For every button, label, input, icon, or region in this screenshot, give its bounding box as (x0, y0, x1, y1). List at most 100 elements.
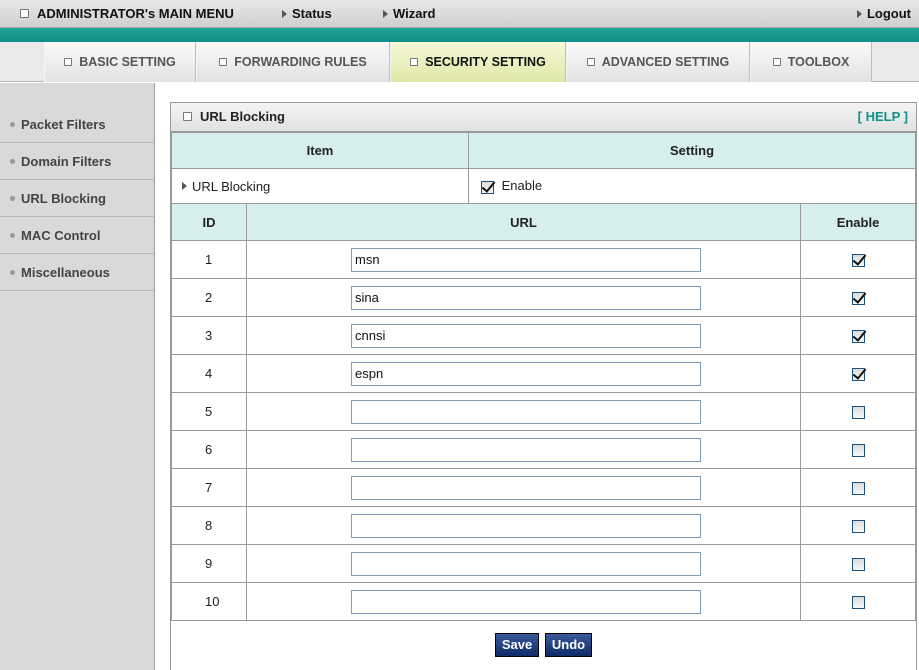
url-input[interactable] (351, 247, 701, 272)
square-bullet-icon (586, 57, 595, 66)
setting-table: Item Setting URL Blocking Enable (171, 132, 916, 204)
square-bullet-icon (219, 57, 228, 66)
sidebar-item-label: URL Blocking (21, 191, 106, 206)
url-row-url-cell (246, 506, 801, 545)
column-header-setting: Setting (468, 132, 916, 169)
main-menu-link[interactable]: ADMINISTRATOR's MAIN MENU (20, 0, 234, 28)
triangle-right-icon (856, 9, 862, 18)
status-link[interactable]: Status (282, 0, 332, 28)
square-bullet-icon (410, 57, 419, 66)
enable-label: Enable (501, 178, 543, 194)
url-row-enable-cell (800, 430, 916, 469)
url-enable-checkbox[interactable] (851, 520, 865, 534)
url-input[interactable] (351, 399, 701, 424)
url-row-enable-cell (800, 316, 916, 355)
url-row-enable-cell (800, 506, 916, 545)
url-blocking-panel: URL Blocking [ HELP ] Item Setting URL B… (170, 102, 917, 670)
sidebar-item-label: Miscellaneous (21, 265, 110, 280)
square-bullet-icon (772, 57, 781, 66)
header-band (0, 28, 919, 42)
sidebar-item-label: Packet Filters (21, 117, 106, 132)
url-row-id: 7 (171, 468, 247, 507)
tab-toolbox[interactable]: TOOLBOX (750, 42, 872, 82)
url-blocking-label: URL Blocking (192, 178, 271, 194)
url-table: ID URL Enable 12345678910 (171, 203, 916, 621)
url-blocking-enable-checkbox[interactable] (481, 180, 494, 194)
tab-label: BASIC SETTING (79, 55, 176, 69)
url-enable-checkbox[interactable] (851, 444, 865, 458)
bullet-icon (10, 233, 15, 239)
sidebar-item-packet-filters[interactable]: Packet Filters (0, 107, 154, 143)
url-input[interactable] (351, 437, 701, 462)
url-enable-checkbox[interactable] (851, 482, 865, 496)
save-button[interactable]: Save (494, 633, 540, 657)
url-row-url-cell (246, 278, 801, 317)
url-row-enable-cell (800, 582, 916, 621)
url-input[interactable] (351, 589, 701, 614)
undo-button[interactable]: Undo (544, 633, 593, 657)
url-row: 6 (171, 430, 916, 469)
url-row-id: 6 (171, 430, 247, 469)
sidebar-item-miscellaneous[interactable]: Miscellaneous (0, 255, 154, 291)
url-row-id: 10 (171, 582, 247, 621)
status-label: Status (292, 6, 332, 21)
url-row-enable-cell (800, 468, 916, 507)
column-header-enable: Enable (800, 203, 916, 241)
sidebar-item-mac-control[interactable]: MAC Control (0, 218, 154, 254)
url-input[interactable] (351, 285, 701, 310)
logout-link[interactable]: Logout (856, 0, 911, 28)
url-input[interactable] (351, 323, 701, 348)
url-row-url-cell (246, 354, 801, 393)
url-row-url-cell (246, 582, 801, 621)
bullet-icon (10, 196, 15, 202)
square-bullet-icon (183, 112, 192, 122)
url-input[interactable] (351, 475, 701, 500)
url-row: 4 (171, 354, 916, 393)
url-row: 5 (171, 392, 916, 431)
wizard-link[interactable]: Wizard (383, 0, 436, 28)
sidebar-item-url-blocking[interactable]: URL Blocking (0, 181, 154, 217)
triangle-right-icon (383, 9, 388, 18)
tab-security-setting[interactable]: SECURITY SETTING (390, 42, 566, 82)
url-row-url-cell (246, 392, 801, 431)
triangle-right-icon (182, 182, 187, 191)
url-enable-checkbox[interactable] (851, 558, 865, 572)
url-row-id: 5 (171, 392, 247, 431)
url-row-id: 3 (171, 316, 247, 355)
url-input[interactable] (351, 513, 701, 538)
help-link[interactable]: [ HELP ] (858, 103, 908, 131)
url-row-enable-cell (800, 278, 916, 317)
url-row: 9 (171, 544, 916, 583)
url-enable-checkbox[interactable] (851, 596, 865, 610)
url-row-enable-cell (800, 354, 916, 393)
url-row-enable-cell (800, 240, 916, 279)
url-enable-checkbox[interactable] (851, 254, 865, 268)
url-row: 1 (171, 240, 916, 279)
tab-label: ADVANCED SETTING (601, 55, 730, 69)
url-blocking-enable-cell: Enable (468, 168, 916, 204)
sidebar-item-domain-filters[interactable]: Domain Filters (0, 144, 154, 180)
tab-basic-setting[interactable]: BASIC SETTING (44, 42, 196, 82)
sidebar: Packet Filters Domain Filters URL Blocki… (0, 83, 155, 670)
square-bullet-icon (20, 9, 29, 19)
column-header-url: URL (246, 203, 801, 241)
url-row-id: 8 (171, 506, 247, 545)
url-row-url-cell (246, 430, 801, 469)
url-rows: 12345678910 (171, 240, 916, 621)
url-input[interactable] (351, 361, 701, 386)
url-enable-checkbox[interactable] (851, 406, 865, 420)
url-enable-checkbox[interactable] (851, 368, 865, 382)
main-menu-label: ADMINISTRATOR's MAIN MENU (37, 6, 234, 21)
url-input[interactable] (351, 551, 701, 576)
url-enable-checkbox[interactable] (851, 292, 865, 306)
button-bar: Save Undo (171, 633, 916, 657)
panel-header: URL Blocking [ HELP ] (171, 102, 916, 132)
url-enable-checkbox[interactable] (851, 330, 865, 344)
tab-advanced-setting[interactable]: ADVANCED SETTING (566, 42, 750, 82)
logout-label: Logout (866, 6, 911, 21)
tab-row: BASIC SETTING FORWARDING RULES SECURITY … (0, 42, 919, 82)
url-row-url-cell (246, 544, 801, 583)
bullet-icon (10, 270, 15, 276)
column-header-id: ID (171, 203, 247, 241)
tab-forwarding-rules[interactable]: FORWARDING RULES (196, 42, 390, 82)
